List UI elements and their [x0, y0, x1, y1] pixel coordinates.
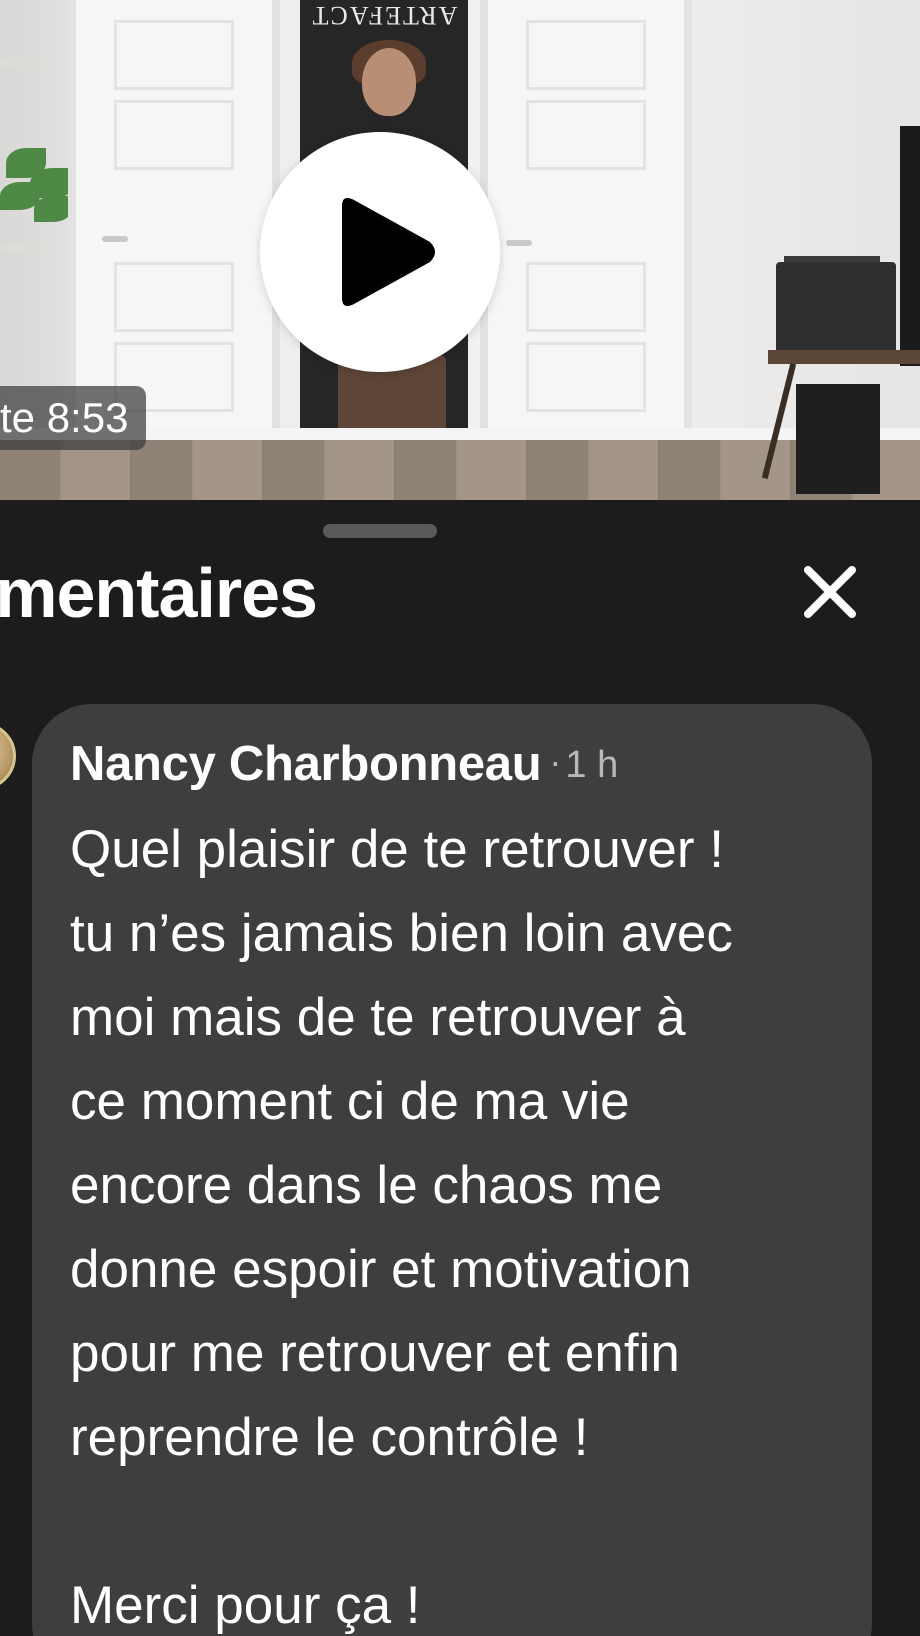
comment-text-line: ce moment ci de ma vie: [70, 1072, 630, 1131]
sheet-drag-handle[interactable]: [323, 524, 437, 538]
comment-text-line: Merci pour ça !: [70, 1576, 421, 1635]
comment-text-line: moi mais de te retrouver à: [70, 988, 686, 1047]
comment-text-line: encore dans le chaos me: [70, 1156, 663, 1215]
comment-text-line: tu n’es jamais bien loin avec: [70, 904, 733, 963]
video-frame-banner-text: ARTEFACT: [310, 1, 458, 30]
video-frame-desk: [768, 350, 920, 364]
comment-text: Quel plaisir de te retrouver ! tu n’es j…: [70, 808, 850, 1636]
comment-text-line: reprendre le contrôle !: [70, 1408, 589, 1467]
video-frame-shelf: [0, 58, 44, 66]
sheet-title: mmentaires: [0, 554, 318, 632]
comment-timestamp: 1 h: [565, 744, 619, 786]
video-frame-printer: [776, 262, 896, 354]
video-frame-person: [362, 48, 416, 116]
video-player[interactable]: ARTEFACT te 8:53: [0, 0, 920, 500]
comment-text-blank-line: [70, 1480, 850, 1564]
video-frame-door: [480, 0, 692, 440]
video-frame-monitor: [900, 126, 920, 366]
comment-text-line: donne espoir et motivation: [70, 1240, 692, 1299]
comment-author-name[interactable]: Nancy Charbonneau: [70, 737, 542, 791]
comment-text-line: Quel plaisir de te retrouver !: [70, 820, 724, 879]
comment-bubble: Nancy Charbonneau · 1 h Quel plaisir de te…: [32, 704, 872, 1636]
video-time-label: te 8:53: [0, 386, 147, 450]
video-frame-shelf: [0, 244, 44, 252]
play-button[interactable]: [260, 132, 500, 372]
app-root: ARTEFACT te 8:53 mmentaires: [0, 0, 920, 1636]
comments-sheet: mmentaires Nancy Charbonneau·1 h Quel pl…: [0, 500, 920, 1636]
play-icon: [342, 198, 435, 306]
comment-author-avatar[interactable]: [0, 722, 16, 790]
video-frame-door-handle: [102, 236, 128, 242]
video-frame-door: [68, 0, 280, 440]
close-button[interactable]: [790, 552, 870, 632]
comment-meta-separator: ·: [549, 741, 562, 782]
comment-header: Nancy Charbonneau · 1 h: [70, 736, 618, 792]
video-frame-cabinet: [796, 384, 880, 494]
close-icon: [804, 566, 856, 618]
comment-text-line: pour me retrouver et enfin: [70, 1324, 680, 1383]
video-frame-door-handle: [506, 240, 532, 246]
